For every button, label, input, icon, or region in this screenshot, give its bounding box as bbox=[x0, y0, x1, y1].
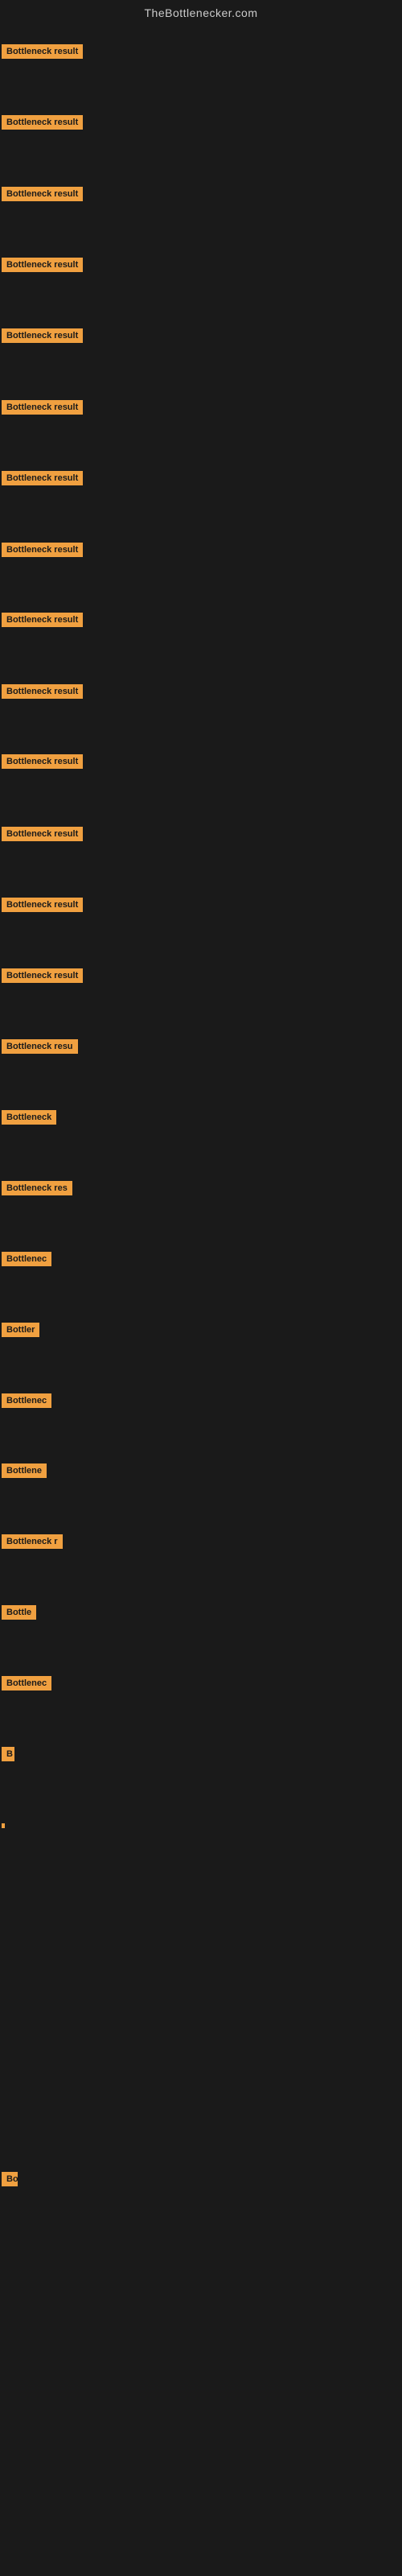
bottleneck-item: Bottleneck result bbox=[2, 754, 83, 773]
bottleneck-item: Bottleneck result bbox=[2, 400, 83, 419]
bottleneck-item: Bottleneck result bbox=[2, 543, 83, 561]
bottleneck-item: Bottleneck res bbox=[2, 1181, 72, 1199]
bottleneck-item: B bbox=[2, 1747, 14, 1765]
bottleneck-badge[interactable]: Bottlenec bbox=[2, 1676, 51, 1690]
bottleneck-badge[interactable]: Bottleneck result bbox=[2, 684, 83, 699]
site-title: TheBottlenecker.com bbox=[0, 0, 402, 23]
bottleneck-item: Bottleneck result bbox=[2, 898, 83, 916]
bottleneck-badge[interactable]: Bottleneck r bbox=[2, 1534, 63, 1549]
bottleneck-badge[interactable]: B bbox=[2, 1747, 14, 1761]
bottleneck-badge[interactable]: Bottlene bbox=[2, 1463, 47, 1478]
bottleneck-badge[interactable]: Bottle bbox=[2, 1605, 36, 1620]
bottleneck-badge bbox=[2, 1823, 5, 1828]
bottleneck-badge[interactable]: Bottleneck result bbox=[2, 187, 83, 201]
bottleneck-item: Bottleneck result bbox=[2, 684, 83, 703]
bottleneck-item: Bottleneck result bbox=[2, 258, 83, 276]
bottleneck-badge[interactable]: Bottleneck result bbox=[2, 754, 83, 769]
bottleneck-item: Bottleneck result bbox=[2, 471, 83, 489]
bottleneck-item: Bo bbox=[2, 2172, 18, 2190]
bottleneck-badge[interactable]: Bottleneck result bbox=[2, 613, 83, 627]
bottleneck-badge[interactable]: Bottleneck result bbox=[2, 471, 83, 485]
bottleneck-item: Bottlene bbox=[2, 1463, 47, 1482]
bottleneck-item: Bottleneck result bbox=[2, 827, 83, 845]
bottleneck-item: Bottlenec bbox=[2, 1676, 51, 1695]
bottleneck-badge[interactable]: Bottleneck bbox=[2, 1110, 56, 1125]
bottleneck-item: Bottleneck result bbox=[2, 613, 83, 631]
bottleneck-item: Bottlenec bbox=[2, 1252, 51, 1270]
bottleneck-badge[interactable]: Bo bbox=[2, 2172, 18, 2186]
bottleneck-badge[interactable]: Bottleneck result bbox=[2, 328, 83, 343]
bottleneck-item: Bottleneck bbox=[2, 1110, 56, 1129]
bottleneck-badge[interactable]: Bottler bbox=[2, 1323, 39, 1337]
site-header: TheBottlenecker.com bbox=[0, 0, 402, 23]
bottleneck-item: Bottlenec bbox=[2, 1393, 51, 1412]
bottleneck-badge[interactable]: Bottleneck resu bbox=[2, 1039, 78, 1054]
bottleneck-item: Bottleneck result bbox=[2, 115, 83, 134]
bottleneck-item: Bottler bbox=[2, 1323, 39, 1341]
bottleneck-badge[interactable]: Bottlenec bbox=[2, 1252, 51, 1266]
bottleneck-badge[interactable]: Bottleneck result bbox=[2, 258, 83, 272]
bottleneck-badge[interactable]: Bottleneck res bbox=[2, 1181, 72, 1195]
bottleneck-item: Bottle bbox=[2, 1605, 36, 1624]
bottleneck-badge[interactable]: Bottleneck result bbox=[2, 44, 83, 59]
bottleneck-badge[interactable]: Bottlenec bbox=[2, 1393, 51, 1408]
bottleneck-badge[interactable]: Bottleneck result bbox=[2, 543, 83, 557]
bottleneck-badge[interactable]: Bottleneck result bbox=[2, 827, 83, 841]
bottleneck-item: Bottleneck result bbox=[2, 968, 83, 987]
bottleneck-item: Bottleneck resu bbox=[2, 1039, 78, 1058]
bottleneck-badge[interactable]: Bottleneck result bbox=[2, 400, 83, 415]
bottleneck-item: Bottleneck r bbox=[2, 1534, 63, 1553]
bottleneck-item: Bottleneck result bbox=[2, 187, 83, 205]
bottleneck-item bbox=[2, 1818, 5, 1832]
items-container: Bottleneck result Bottleneck result Bottle… bbox=[0, 23, 402, 2574]
bottleneck-badge[interactable]: Bottleneck result bbox=[2, 115, 83, 130]
bottleneck-badge[interactable]: Bottleneck result bbox=[2, 898, 83, 912]
bottleneck-item: Bottleneck result bbox=[2, 44, 83, 63]
bottleneck-badge[interactable]: Bottleneck result bbox=[2, 968, 83, 983]
bottleneck-item: Bottleneck result bbox=[2, 328, 83, 347]
